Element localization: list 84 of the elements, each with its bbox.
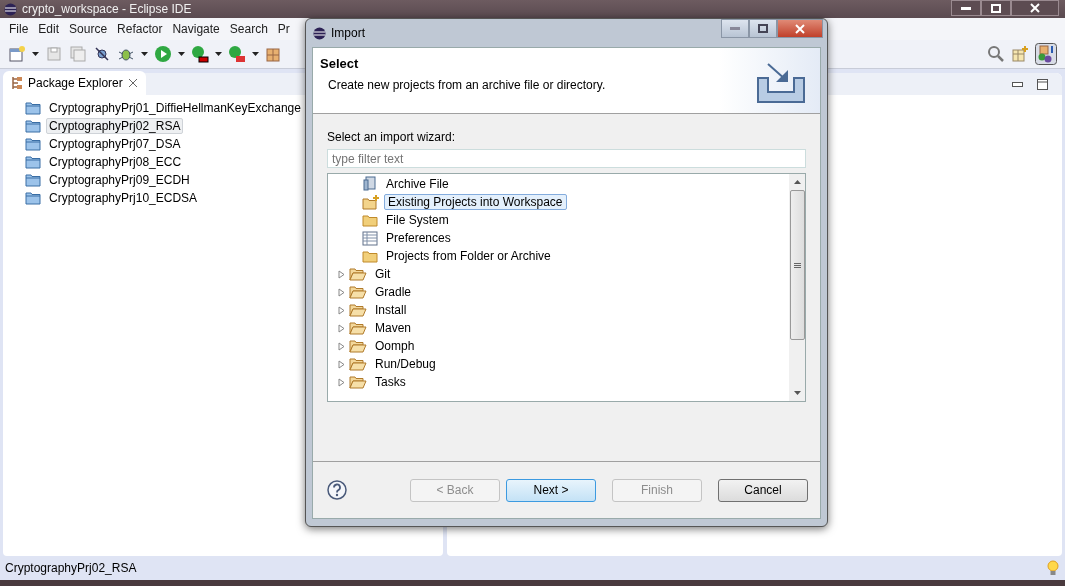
package-explorer-icon xyxy=(11,76,23,90)
expand-arrow-icon[interactable] xyxy=(338,359,345,369)
project-item[interactable]: CryptographyPrj10_ECDSA xyxy=(46,190,201,206)
lightbulb-icon[interactable] xyxy=(1047,560,1059,576)
dialog-button[interactable]: Cancel xyxy=(718,478,808,502)
scroll-down-icon[interactable] xyxy=(793,391,801,395)
tree-item[interactable]: Archive File xyxy=(382,176,453,192)
wizard-label: Select an import wizard: xyxy=(327,130,457,144)
java-perspective-icon[interactable] xyxy=(1035,43,1057,65)
tree-item[interactable]: Gradle xyxy=(371,284,416,300)
filter-field[interactable]: type filter text xyxy=(327,149,806,168)
folder-icon xyxy=(362,249,378,263)
expand-arrow-icon[interactable] xyxy=(338,269,345,279)
expand-arrow-icon[interactable] xyxy=(338,323,345,333)
project-folder-icon xyxy=(25,137,41,151)
maximize-icon[interactable] xyxy=(758,24,768,33)
scroll-up-icon[interactable] xyxy=(793,180,801,184)
tree-item[interactable]: File System xyxy=(382,212,453,228)
status-text: CryptographyPrj02_RSA xyxy=(5,561,137,575)
minimize-icon[interactable] xyxy=(1012,81,1023,87)
folder-icon xyxy=(349,375,367,389)
archive-icon xyxy=(362,176,378,192)
menu-item[interactable]: Source xyxy=(64,22,113,36)
page-heading: Select xyxy=(320,56,360,71)
project-folder-icon xyxy=(25,155,41,169)
close-icon[interactable] xyxy=(127,78,138,88)
tree-item[interactable]: Git xyxy=(371,266,395,282)
folder-icon xyxy=(362,213,378,227)
grip-icon xyxy=(793,262,801,268)
project-item[interactable]: CryptographyPrj02_RSA xyxy=(46,118,184,134)
tree-item[interactable]: Install xyxy=(371,302,411,318)
menu-item[interactable]: File xyxy=(4,22,34,36)
tree-item[interactable]: Preferences xyxy=(382,230,455,246)
tree-item[interactable]: Tasks xyxy=(371,374,410,390)
grid-icon[interactable] xyxy=(265,45,283,63)
tree-item[interactable]: Projects from Folder or Archive xyxy=(382,248,555,264)
folder-icon xyxy=(349,339,367,353)
menu-item[interactable]: Search xyxy=(224,22,273,36)
project-item[interactable]: CryptographyPrj01_DiffieHellmanKeyExchange xyxy=(46,100,304,116)
folder-icon xyxy=(349,285,367,299)
run-icon[interactable] xyxy=(154,45,172,63)
folder-icon xyxy=(349,267,367,281)
folder-icon xyxy=(349,303,367,317)
folder-plus-icon xyxy=(362,194,380,210)
search-icon[interactable] xyxy=(987,45,1005,63)
project-folder-icon xyxy=(25,173,41,187)
eclipse-icon xyxy=(4,2,17,16)
caret-icon[interactable] xyxy=(215,52,222,56)
menu-item[interactable]: Navigate xyxy=(167,22,225,36)
tree-item[interactable]: Existing Projects into Workspace xyxy=(384,194,567,210)
help-icon[interactable] xyxy=(327,480,347,500)
folder-icon xyxy=(349,321,367,335)
import-icon xyxy=(756,62,806,104)
page-description: Create new projects from an archive file or directory. xyxy=(328,78,607,92)
project-folder-icon xyxy=(25,101,41,115)
tree-item[interactable]: Run/Debug xyxy=(371,356,440,372)
caret-icon[interactable] xyxy=(178,52,185,56)
menu-item[interactable]: Pr xyxy=(272,22,295,36)
tree-item[interactable]: Maven xyxy=(371,320,416,336)
project-folder-icon xyxy=(25,191,41,205)
minimize-icon[interactable] xyxy=(961,6,971,10)
tree-item[interactable]: Oomph xyxy=(371,338,419,354)
project-item[interactable]: CryptographyPrj07_DSA xyxy=(46,136,184,152)
project-item[interactable]: CryptographyPrj09_ECDH xyxy=(46,172,193,188)
expand-arrow-icon[interactable] xyxy=(338,305,345,315)
expand-arrow-icon[interactable] xyxy=(338,287,345,297)
menu-item[interactable]: Edit xyxy=(33,22,65,36)
dialog-button[interactable]: Next > xyxy=(506,478,596,502)
project-item[interactable]: CryptographyPrj08_ECC xyxy=(46,154,185,170)
folder-icon xyxy=(349,357,367,371)
eclipse-icon xyxy=(313,26,326,40)
expand-arrow-icon[interactable] xyxy=(338,377,345,387)
scrollbar-thumb[interactable] xyxy=(789,190,805,340)
dialog-title: Import xyxy=(331,26,365,40)
expand-arrow-icon[interactable] xyxy=(338,341,345,351)
window-title: crypto_workspace - Eclipse IDE xyxy=(22,2,192,16)
table-icon xyxy=(362,230,378,246)
caret-icon[interactable] xyxy=(141,52,148,56)
new-file-icon[interactable] xyxy=(8,45,26,63)
caret-icon[interactable] xyxy=(252,52,259,56)
menu-item[interactable]: Refactor xyxy=(112,22,168,36)
maximize-icon[interactable] xyxy=(1037,78,1048,90)
project-folder-icon xyxy=(25,119,41,133)
caret-icon[interactable] xyxy=(32,52,39,56)
